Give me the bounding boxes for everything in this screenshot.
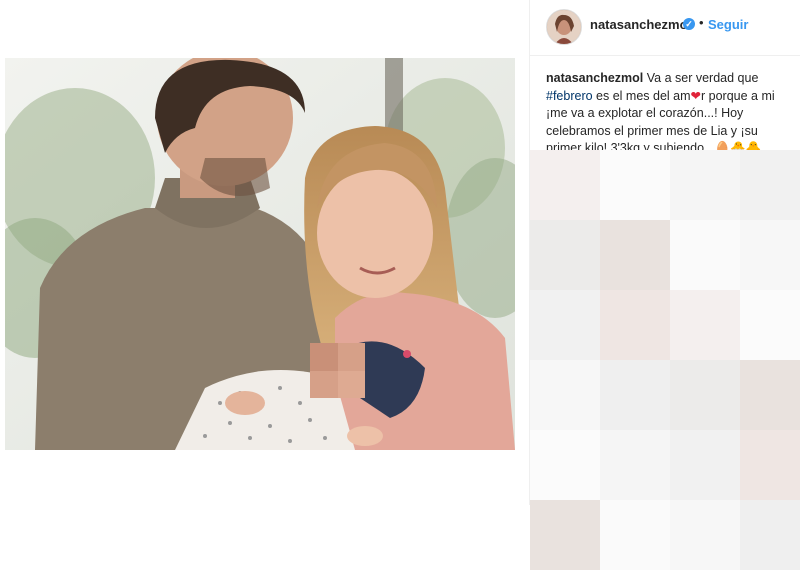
post-media-pane [0, 0, 528, 505]
separator-dot: • [699, 15, 704, 30]
mosaic-tile [530, 150, 600, 220]
mosaic-tile [600, 500, 670, 570]
mosaic-tile [740, 290, 800, 360]
caption-text-1: Va a ser verdad que [646, 71, 759, 85]
mosaic-tile [600, 290, 670, 360]
post-caption: natasanchezmol Va a ser verdad que #febr… [546, 70, 776, 158]
mosaic-tile [670, 290, 740, 360]
heart-icon: ❤ [690, 88, 702, 103]
caption-username[interactable]: natasanchezmol [546, 71, 643, 85]
caption-text-2: es el mes del am [596, 88, 691, 103]
avatar-image [547, 10, 581, 44]
post-username[interactable]: natasanchezmol [590, 17, 691, 32]
hashtag-link[interactable]: #febrero [546, 89, 593, 103]
mosaic-tile [530, 290, 600, 360]
post-photo[interactable] [5, 58, 515, 450]
mosaic-tile [670, 360, 740, 430]
follow-button[interactable]: Seguir [708, 17, 748, 32]
comments-pixelated-area [530, 150, 800, 570]
mosaic-tile [740, 220, 800, 290]
mosaic-tile [670, 220, 740, 290]
mosaic-tile [740, 150, 800, 220]
mosaic-tile [740, 430, 800, 500]
post-details-pane: natasanchezmol ✓ • Seguir natasanchezmol… [529, 0, 800, 570]
mosaic-tile [530, 220, 600, 290]
mosaic-tile [530, 360, 600, 430]
mosaic-tile [740, 360, 800, 430]
verified-badge-icon: ✓ [683, 18, 695, 30]
mosaic-tile [670, 150, 740, 220]
avatar[interactable] [546, 9, 582, 45]
post-header: natasanchezmol ✓ • Seguir [530, 0, 800, 56]
mosaic-tile [600, 360, 670, 430]
mosaic-tile [530, 430, 600, 500]
mosaic-tile [600, 220, 670, 290]
mosaic-tile [740, 500, 800, 570]
mosaic-tile [600, 150, 670, 220]
mosaic-tile [600, 430, 670, 500]
family-photo-illustration [5, 58, 515, 450]
mosaic-tile [670, 430, 740, 500]
mosaic-tile [670, 500, 740, 570]
mosaic-tile [530, 500, 600, 570]
